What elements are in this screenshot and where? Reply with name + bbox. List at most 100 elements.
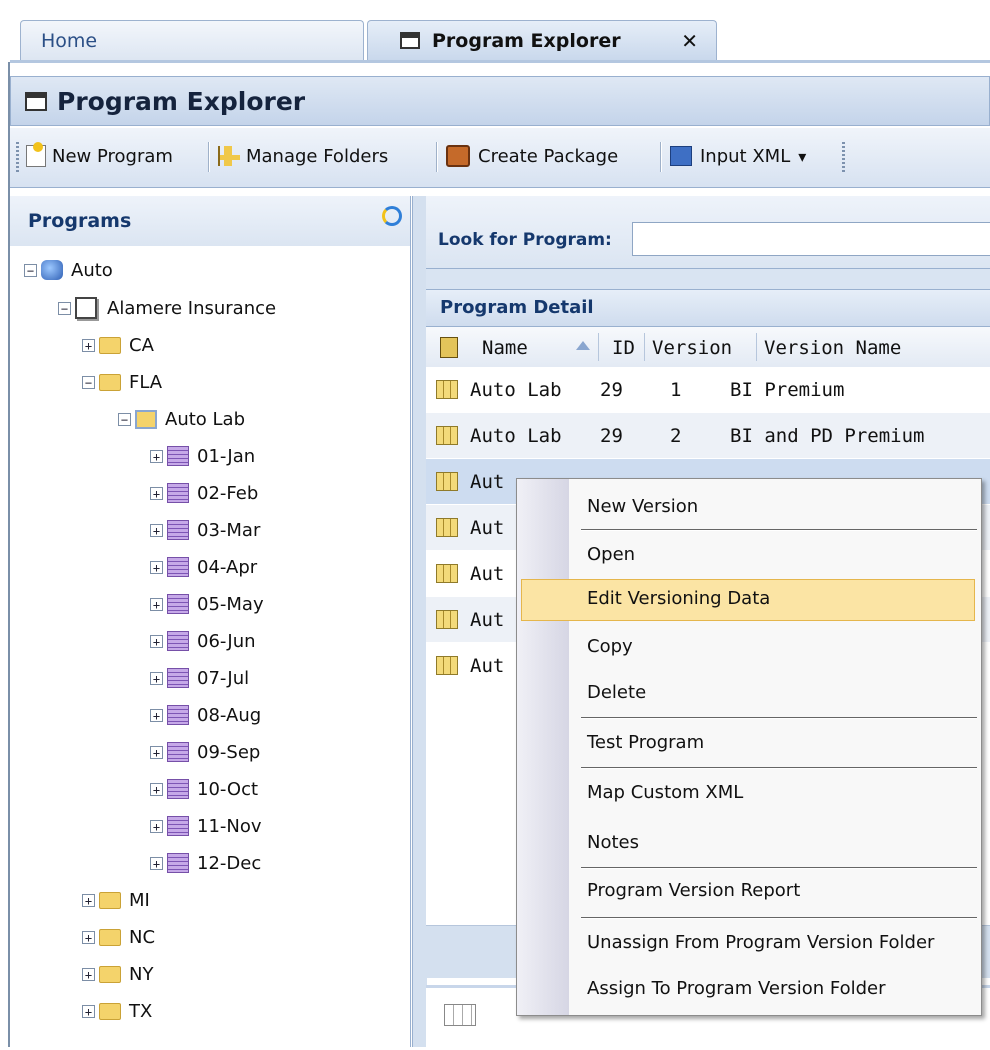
collapse-icon[interactable]: − (118, 412, 131, 426)
expand-icon[interactable]: + (82, 967, 95, 981)
expand-icon[interactable]: + (150, 782, 163, 796)
expand-icon[interactable]: + (150, 523, 163, 537)
create-package-label: Create Package (478, 145, 619, 167)
tree-node-month[interactable]: +01-Jan (24, 441, 276, 471)
refresh-icon[interactable] (382, 206, 402, 226)
column-header-id[interactable]: ID (612, 337, 635, 359)
book-icon (167, 594, 189, 614)
tree-node-company[interactable]: − Alamere Insurance (24, 293, 276, 323)
tree-node-label: 04-Apr (197, 556, 258, 578)
tree-node-state-fla[interactable]: − FLA (24, 367, 276, 397)
cell-name: Auto Lab (470, 378, 562, 401)
column-header-version[interactable]: Version (652, 337, 732, 359)
expand-icon[interactable]: + (82, 338, 95, 352)
folder-icon (99, 891, 121, 909)
menu-separator (581, 867, 977, 869)
expand-icon[interactable]: + (150, 634, 163, 648)
expand-icon[interactable]: + (150, 449, 163, 463)
expand-icon[interactable]: + (82, 893, 95, 907)
folder-icon (99, 928, 121, 946)
tree-node-month[interactable]: +08-Aug (24, 700, 276, 730)
program-detail-title: Program Detail (440, 297, 594, 318)
menu-separator (581, 529, 977, 531)
column-header-version-name[interactable]: Version Name (764, 337, 901, 359)
tree-node-state[interactable]: + TX (24, 996, 276, 1026)
expand-icon[interactable]: + (150, 819, 163, 833)
program-folder-icon (135, 409, 157, 429)
search-label: Look for Program: (438, 230, 612, 250)
expand-icon[interactable]: + (150, 671, 163, 685)
splitter-bar[interactable] (412, 196, 427, 1047)
tab-program-explorer[interactable]: Program Explorer ✕ (367, 20, 717, 60)
table-row[interactable]: Auto Lab 29 2 BI and PD Premium (426, 413, 990, 458)
expand-icon[interactable]: + (82, 930, 95, 944)
tree-node-month[interactable]: +09-Sep (24, 737, 276, 767)
menu-item[interactable]: Notes (587, 823, 639, 861)
tree-node-month[interactable]: +07-Jul (24, 663, 276, 693)
tree-node-label: 05-May (197, 593, 264, 615)
tree-node-state[interactable]: + NC (24, 922, 276, 952)
table-row[interactable]: Auto Lab 29 1 BI Premium (426, 367, 990, 412)
tree-node-label: Alamere Insurance (107, 297, 277, 319)
create-package-button[interactable]: Create Package (446, 138, 618, 174)
expand-icon[interactable]: + (82, 1004, 95, 1018)
chevron-down-icon[interactable]: ▾ (798, 147, 806, 166)
column-header-name[interactable]: Name (482, 337, 528, 359)
folder-icon (99, 1002, 121, 1020)
new-program-button[interactable]: New Program (26, 138, 173, 174)
collapse-icon[interactable]: − (58, 301, 71, 315)
toolbar-separator (660, 142, 662, 172)
input-xml-label: Input XML (700, 145, 791, 167)
expand-icon[interactable]: + (150, 708, 163, 722)
menu-item[interactable]: Test Program (587, 723, 704, 761)
menu-item[interactable]: Copy (587, 627, 633, 665)
expand-icon[interactable]: + (150, 856, 163, 870)
collapse-icon[interactable]: − (24, 263, 37, 277)
collapse-icon[interactable]: − (82, 375, 95, 389)
tree-node-month[interactable]: +04-Apr (24, 552, 276, 582)
tree-node-program[interactable]: − Auto Lab (24, 404, 276, 434)
tree-node-state[interactable]: + NY (24, 959, 276, 989)
xml-icon (670, 146, 692, 166)
tree-node-auto[interactable]: − Auto (24, 255, 276, 285)
tree-node-label: 03-Mar (197, 519, 261, 541)
menu-item[interactable]: Program Version Report (587, 871, 800, 909)
close-icon[interactable]: ✕ (681, 29, 698, 53)
tree-node-month[interactable]: +11-Nov (24, 811, 276, 841)
book-icon (167, 853, 189, 873)
book-icon (167, 483, 189, 503)
search-input[interactable] (632, 222, 990, 256)
tree-node-label: 10-Oct (197, 778, 259, 800)
table-icon (436, 656, 458, 675)
menu-item[interactable]: Edit Versioning Data (587, 579, 770, 617)
tab-program-explorer-label: Program Explorer (432, 29, 621, 52)
expand-icon[interactable]: + (150, 560, 163, 574)
tree-node-month[interactable]: +05-May (24, 589, 276, 619)
menu-item[interactable]: Open (587, 535, 635, 573)
menu-item[interactable]: Assign To Program Version Folder (587, 969, 886, 1007)
tree-node-state[interactable]: + MI (24, 885, 276, 915)
tree-node-month[interactable]: +02-Feb (24, 478, 276, 508)
menu-item[interactable]: New Version (587, 487, 698, 525)
manage-folders-button[interactable]: Manage Folders (218, 138, 388, 174)
expand-icon[interactable]: + (150, 745, 163, 759)
grid-column-header: Name ID Version Version Name (426, 327, 990, 368)
tree-node-month[interactable]: +12-Dec (24, 848, 276, 878)
menu-item[interactable]: Delete (587, 673, 646, 711)
expand-icon[interactable]: + (150, 486, 163, 500)
menu-separator (581, 717, 977, 719)
tab-home[interactable]: Home (20, 20, 364, 60)
menu-item[interactable]: Unassign From Program Version Folder (587, 923, 934, 961)
tree-node-month[interactable]: +06-Jun (24, 626, 276, 656)
cell-id: 29 (600, 424, 623, 447)
panel-splitter[interactable] (426, 268, 990, 290)
menu-separator (581, 917, 977, 919)
tree-node-month[interactable]: +03-Mar (24, 515, 276, 545)
toolbar-grip[interactable] (16, 142, 19, 172)
tree-node-month[interactable]: +10-Oct (24, 774, 276, 804)
tree-node-state-ca[interactable]: + CA (24, 330, 276, 360)
expand-icon[interactable]: + (150, 597, 163, 611)
tree-node-label: Auto Lab (165, 408, 245, 430)
input-xml-button[interactable]: Input XML ▾ (670, 138, 806, 174)
menu-item[interactable]: Map Custom XML (587, 773, 743, 811)
